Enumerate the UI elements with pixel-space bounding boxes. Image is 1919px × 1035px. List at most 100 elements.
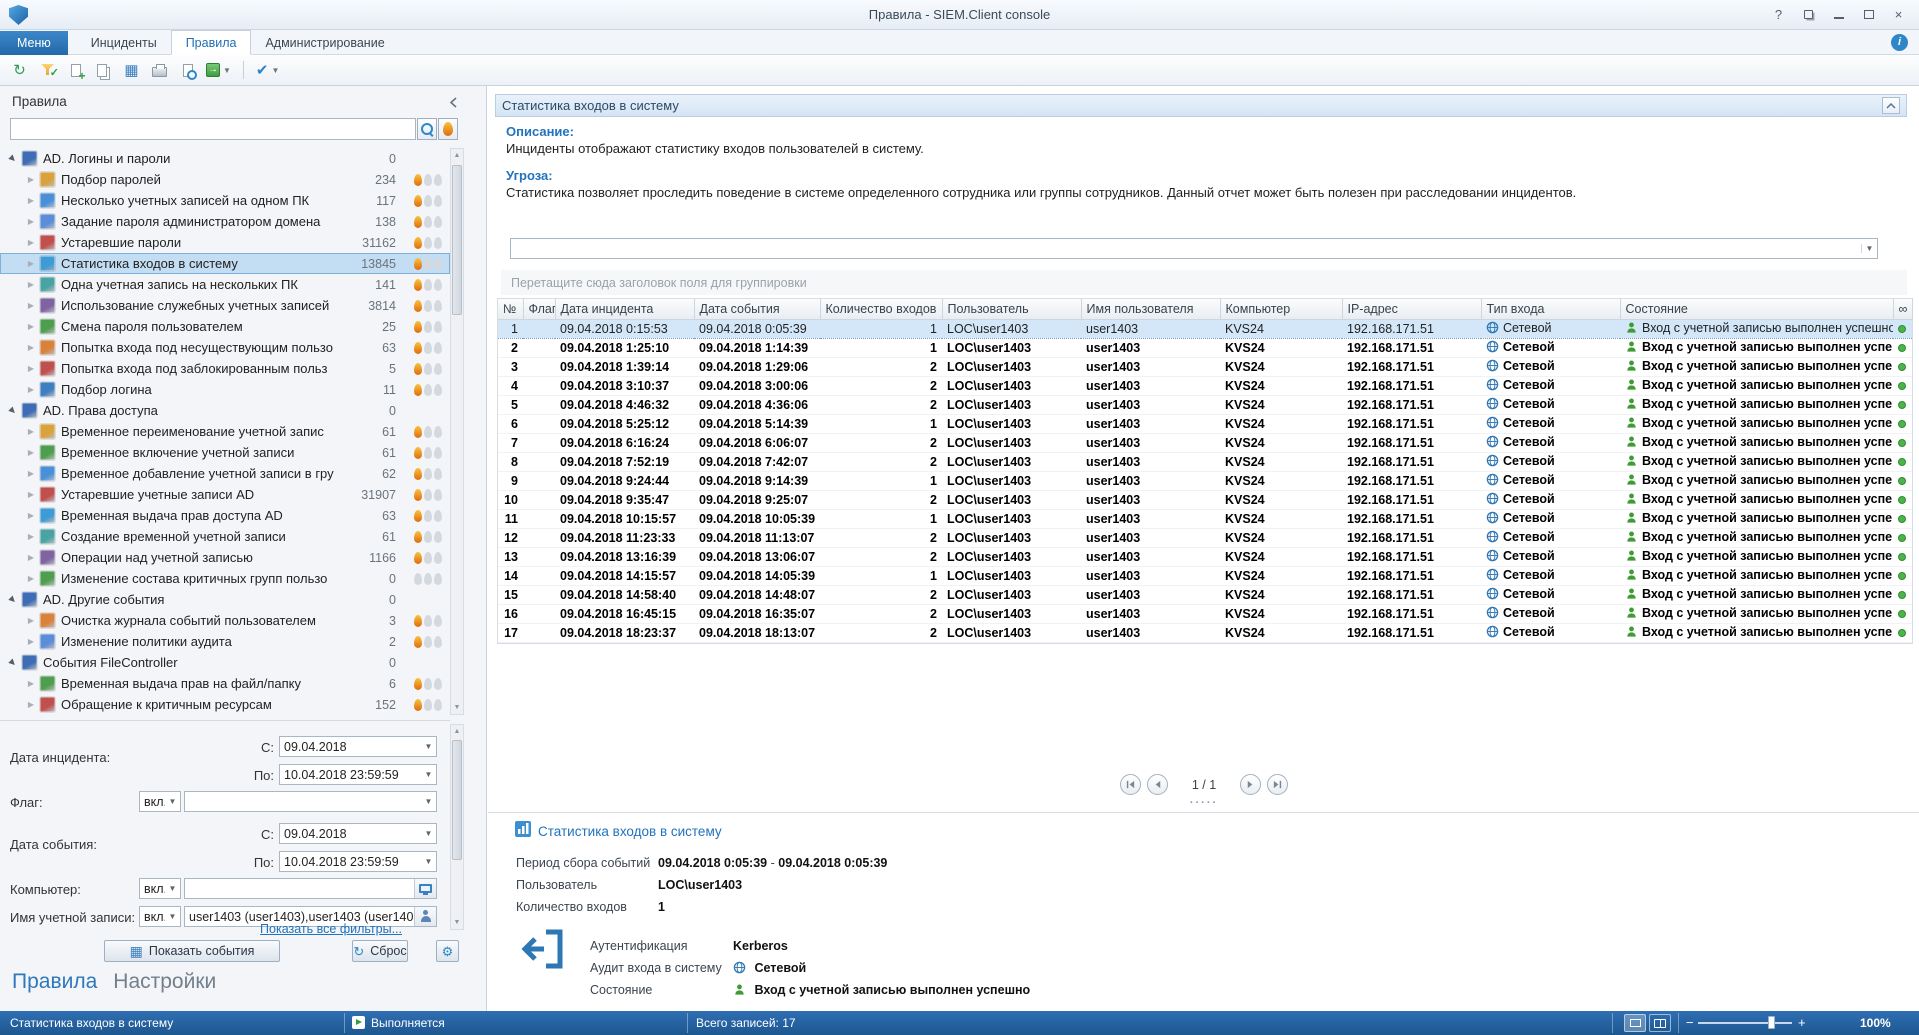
column-header-6[interactable]: Имя пользователя — [1081, 299, 1220, 319]
expand-node-icon[interactable]: ▶ — [24, 364, 38, 373]
show-all-filters-link[interactable]: Показать все фильтры... — [260, 922, 402, 936]
table-row[interactable]: 1309.04.2018 13:16:3909.04.2018 13:06:07… — [498, 547, 1912, 566]
expand-node-icon[interactable]: ▶ — [24, 616, 38, 625]
view-tab-settings[interactable]: Настройки — [113, 970, 216, 994]
scroll-thumb[interactable] — [452, 740, 462, 860]
scroll-up-icon[interactable]: ▲ — [451, 149, 463, 162]
search-input[interactable] — [10, 118, 416, 140]
expand-node-icon[interactable]: ▶ — [24, 238, 38, 247]
tree-rule-row[interactable]: ▶Устаревшие учетные записи AD31907 — [0, 484, 450, 505]
event-date-to-input[interactable]: 10.04.2018 23:59:59▼ — [279, 851, 437, 872]
tree-rule-row[interactable]: ▶Временная выдача прав на файл/папку6 — [0, 673, 450, 694]
splitter-handle[interactable] — [488, 798, 1919, 808]
table-row[interactable]: 1409.04.2018 14:15:5709.04.2018 14:05:39… — [498, 566, 1912, 585]
column-header-10[interactable]: Состояние — [1620, 299, 1893, 319]
table-row[interactable]: 309.04.2018 1:39:1409.04.2018 1:29:062LO… — [498, 357, 1912, 376]
tree-rule-row[interactable]: ▶Операции над учетной записью1166 — [0, 547, 450, 568]
table-row[interactable]: 1609.04.2018 16:45:1509.04.2018 16:35:07… — [498, 604, 1912, 623]
table-row[interactable]: 709.04.2018 6:16:2409.04.2018 6:06:072LO… — [498, 433, 1912, 452]
column-header-7[interactable]: Компьютер — [1220, 299, 1342, 319]
expand-node-icon[interactable]: ▶ — [24, 343, 38, 352]
tree-rule-row[interactable]: ▶Временное переименование учетной запис6… — [0, 421, 450, 442]
tree-group-row[interactable]: ▶События FileController0 — [0, 652, 450, 673]
expand-node-icon[interactable]: ▶ — [24, 385, 38, 394]
incident-date-from-input[interactable]: 09.04.2018▼ — [279, 736, 437, 757]
export-button[interactable]: ▼ — [203, 58, 234, 82]
tree-rule-row[interactable]: ▶Попытка входа под заблокированным польз… — [0, 358, 450, 379]
dropdown-arrow-icon[interactable]: ▼ — [421, 829, 436, 838]
tree-scrollbar[interactable]: ▲ ▼ — [450, 148, 464, 715]
table-row[interactable]: 109.04.2018 0:15:5309.04.2018 0:05:391LO… — [498, 319, 1912, 338]
collapse-node-icon[interactable]: ▶ — [5, 654, 21, 670]
search-button[interactable] — [417, 118, 437, 140]
event-date-from-input[interactable]: 09.04.2018▼ — [279, 823, 437, 844]
filter-apply-button[interactable] — [35, 58, 60, 82]
expand-node-icon[interactable]: ▶ — [24, 679, 38, 688]
filters-scrollbar[interactable]: ▲ ▼ — [450, 724, 464, 930]
dropdown-arrow-icon[interactable]: ▼ — [421, 797, 436, 806]
dropdown-arrow-icon[interactable]: ▼ — [165, 912, 180, 921]
scroll-thumb[interactable] — [452, 165, 462, 315]
layout-view-button[interactable] — [1624, 1014, 1646, 1032]
group-by-panel[interactable]: Перетащите сюда заголовок поля для групп… — [501, 270, 1907, 295]
tree-rule-row[interactable]: ▶Временное добавление учетной записи в г… — [0, 463, 450, 484]
table-row[interactable]: 209.04.2018 1:25:1009.04.2018 1:14:391LO… — [498, 338, 1912, 357]
details-title-link[interactable]: Статистика входов в систему — [538, 824, 722, 839]
tree-rule-row[interactable]: ▶Временное включение учетной записи61 — [0, 442, 450, 463]
expand-node-icon[interactable]: ▶ — [24, 532, 38, 541]
tree-rule-row[interactable]: ▶Временная выдача прав доступа AD63 — [0, 505, 450, 526]
scroll-up-icon[interactable]: ▲ — [451, 725, 463, 738]
zoom-out-button[interactable]: − — [1686, 1015, 1694, 1030]
filter-settings-button[interactable]: ⚙ — [436, 940, 459, 962]
chevron-down-icon[interactable]: ▼ — [1861, 244, 1877, 253]
expand-node-icon[interactable]: ▶ — [24, 217, 38, 226]
table-row[interactable]: 809.04.2018 7:52:1909.04.2018 7:42:072LO… — [498, 452, 1912, 471]
expand-node-icon[interactable]: ▶ — [24, 637, 38, 646]
expand-node-icon[interactable]: ▶ — [24, 259, 38, 268]
scroll-down-icon[interactable]: ▼ — [451, 701, 463, 714]
tree-rule-row[interactable]: ▶Обращение к критичным ресурсам152 — [0, 694, 450, 715]
copy-item-button[interactable] — [91, 58, 116, 82]
dropdown-arrow-icon[interactable]: ▼ — [165, 884, 180, 893]
tree-group-row[interactable]: ▶AD. Другие события0 — [0, 589, 450, 610]
validate-button[interactable]: ✔▼ — [253, 58, 283, 82]
computer-toggle[interactable]: вкл.▼ — [139, 878, 181, 899]
next-page-button[interactable] — [1240, 774, 1261, 795]
incident-filter-combobox[interactable]: ▼ — [510, 238, 1878, 259]
reset-button[interactable]: ↻ Сброс — [352, 940, 408, 962]
tree-rule-row[interactable]: ▶Создание временной учетной записи61 — [0, 526, 450, 547]
computer-value-input[interactable] — [184, 878, 437, 899]
tab-incidents[interactable]: Инциденты — [77, 31, 171, 56]
tree-rule-row[interactable]: ▶Несколько учетных записей на одном ПК11… — [0, 190, 450, 211]
minimize-button[interactable] — [1826, 4, 1851, 25]
column-header-2[interactable]: Дата инцидента — [555, 299, 694, 319]
tree-group-row[interactable]: ▶AD. Логины и пароли0 — [0, 148, 450, 169]
expand-node-icon[interactable]: ▶ — [24, 700, 38, 709]
tree-rule-row[interactable]: ▶Устаревшие пароли31162 — [0, 232, 450, 253]
add-item-button[interactable] — [63, 58, 88, 82]
tree-rule-row[interactable]: ▶Задание пароля администратором домена13… — [0, 211, 450, 232]
column-header-0[interactable]: № — [498, 299, 523, 319]
info-icon[interactable]: i — [1891, 34, 1908, 51]
prev-page-button[interactable] — [1147, 774, 1168, 795]
column-header-8[interactable]: IP-адрес — [1342, 299, 1481, 319]
tree-rule-row[interactable]: ▶Подбор логина11 — [0, 379, 450, 400]
tree-rule-row[interactable]: ▶Использование служебных учетных записей… — [0, 295, 450, 316]
close-button[interactable]: × — [1886, 4, 1911, 25]
account-toggle[interactable]: вкл.▼ — [139, 906, 181, 927]
collapse-description-button[interactable] — [1882, 97, 1900, 114]
combo-input[interactable] — [511, 240, 1861, 257]
table-row[interactable]: 509.04.2018 4:46:3209.04.2018 4:36:062LO… — [498, 395, 1912, 414]
expand-node-icon[interactable]: ▶ — [24, 553, 38, 562]
table-row[interactable]: 909.04.2018 9:24:4409.04.2018 9:14:391LO… — [498, 471, 1912, 490]
last-page-button[interactable] — [1267, 774, 1288, 795]
column-header-11[interactable]: ∞ — [1893, 299, 1912, 319]
tree-rule-row[interactable]: ▶Одна учетная запись на нескольких ПК141 — [0, 274, 450, 295]
expand-node-icon[interactable]: ▶ — [24, 280, 38, 289]
column-header-3[interactable]: Дата события — [694, 299, 820, 319]
expand-node-icon[interactable]: ▶ — [24, 427, 38, 436]
tree-rule-row[interactable]: ▶Статистика входов в систему13845 — [0, 253, 450, 274]
tab-administration[interactable]: Администрирование — [251, 31, 398, 56]
expand-node-icon[interactable]: ▶ — [24, 322, 38, 331]
expand-node-icon[interactable]: ▶ — [24, 469, 38, 478]
